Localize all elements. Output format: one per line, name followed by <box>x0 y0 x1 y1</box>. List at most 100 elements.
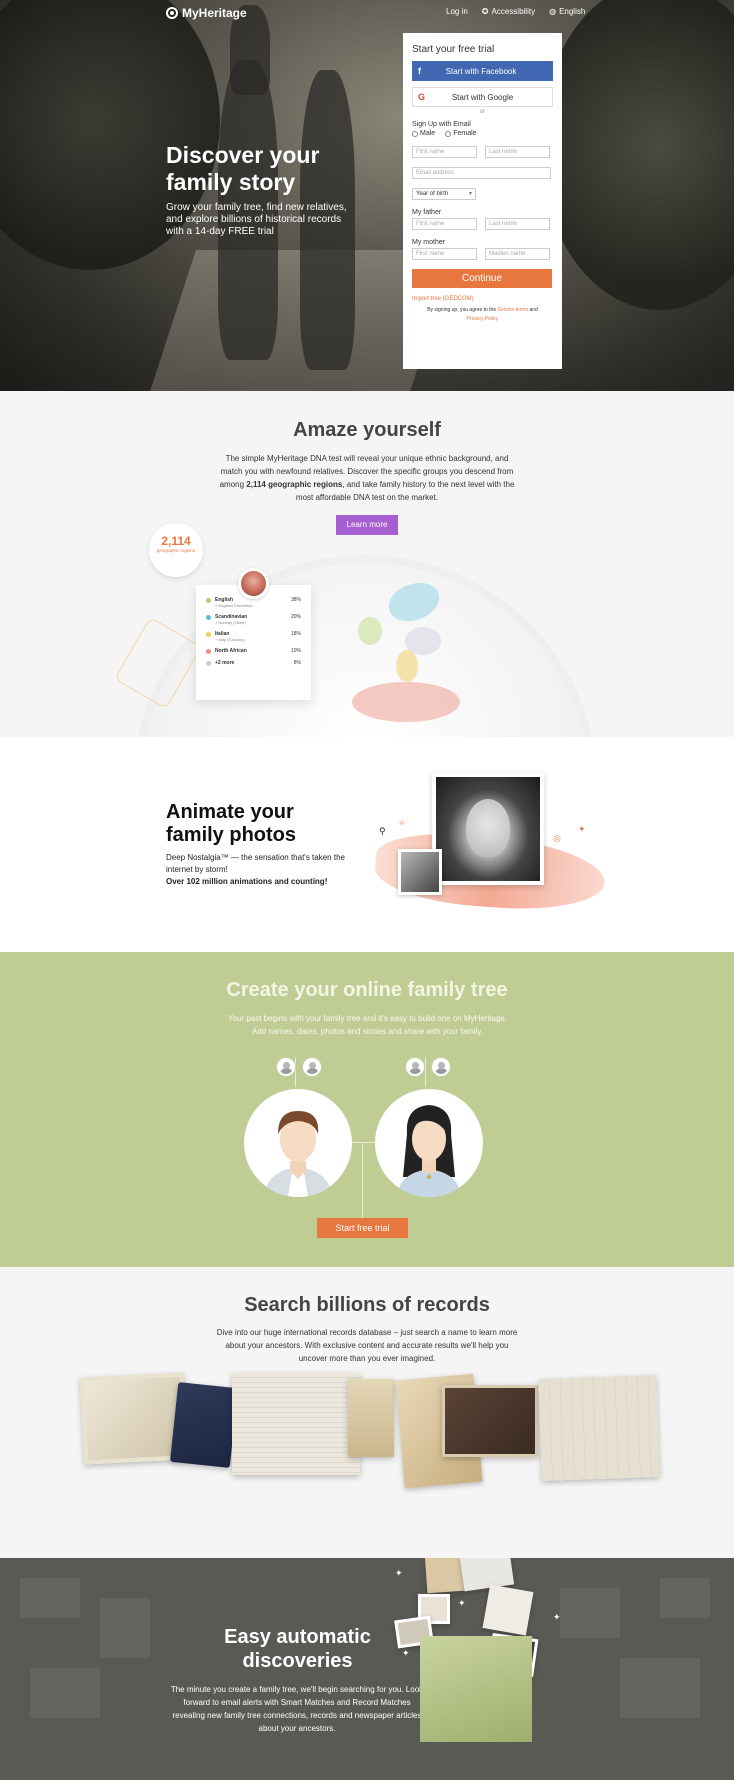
mother-maiden-name-field[interactable]: Maiden name <box>485 248 550 260</box>
male-radio[interactable]: Male <box>412 130 435 137</box>
ethnicity-color-dot <box>206 661 211 666</box>
floating-photo <box>424 1558 466 1594</box>
dna-section: Amaze yourself The simple MyHeritage DNA… <box>0 391 734 737</box>
ethnicity-row: North African 10% <box>206 648 301 654</box>
ethnicity-card: English + England Ethnicities 38% Scandin… <box>196 585 311 700</box>
google-icon: G <box>418 92 426 102</box>
sparkle-icon: ✦ <box>553 1612 561 1622</box>
floating-photo <box>482 1584 534 1636</box>
background-record-tile <box>20 1578 80 1618</box>
sparkle-icon: ✦ <box>402 1648 410 1658</box>
last-name-field[interactable]: Last name <box>485 146 550 158</box>
top-nav: Log in ✪ Accessibility ◍ English <box>446 7 585 16</box>
sparkle-icon: ✦ <box>578 824 586 834</box>
animate-section: Animate your family photos Deep Nostalgi… <box>0 737 734 952</box>
ethnicity-row: Scandinavian + Norway (Viken) 20% <box>206 614 301 625</box>
mother-label: My mother <box>412 239 446 246</box>
hero-section: MyHeritage Log in ✪ Accessibility ◍ Englis… <box>0 0 734 391</box>
couple-photo <box>398 849 442 895</box>
terms-text: By signing up, you agree to the Service … <box>427 307 538 322</box>
tree-connector <box>425 1057 426 1087</box>
year-of-birth-select[interactable]: Year of birth <box>412 188 476 200</box>
language-link[interactable]: ◍ English <box>549 7 585 16</box>
background-record-tile <box>100 1598 150 1658</box>
ethnicity-color-dot <box>206 632 211 637</box>
accessibility-icon: ✪ <box>481 7 489 16</box>
logo-text: MyHeritage <box>182 6 247 20</box>
regions-count: 2,114 <box>161 534 191 548</box>
email-signup-label: Sign Up with Email <box>412 121 471 128</box>
records-title: Search billions of records <box>244 1294 490 1316</box>
dna-description: The simple MyHeritage DNA test will reve… <box>219 454 515 502</box>
ethnicity-color-dot <box>206 598 211 603</box>
sparkle-icon: ✧ <box>398 818 406 828</box>
tree-description: Your past begins with your family tree a… <box>227 1014 508 1036</box>
email-field[interactable]: Email address <box>412 167 551 179</box>
region-blob <box>358 617 382 645</box>
tree-connector <box>362 1142 363 1218</box>
region-blob <box>396 650 418 682</box>
hero-subtitle: Grow your family tree, find new relative… <box>166 202 347 237</box>
signup-form: Start your free trial f Start with Faceb… <box>403 33 562 369</box>
first-name-field[interactable]: First name <box>412 146 477 158</box>
import-gedcom-link[interactable]: Import tree (GEDCOM) <box>412 296 553 302</box>
google-signup-button[interactable]: G Start with Google <box>412 87 553 107</box>
sparkle-icon: ⚲ <box>379 826 386 836</box>
background-record-tile <box>30 1668 100 1718</box>
father-label: My father <box>412 209 442 216</box>
hero-title: Discover your family story <box>166 142 320 195</box>
male-person-avatar <box>244 1089 352 1197</box>
ethnicity-row: +2 more 8% <box>206 660 301 666</box>
signup-title: Start your free trial <box>412 44 495 55</box>
hero-background-foliage <box>540 0 734 310</box>
mother-first-name-field[interactable]: First name <box>412 248 477 260</box>
learn-more-button[interactable]: Learn more <box>336 515 398 535</box>
female-radio[interactable]: Female <box>445 130 477 137</box>
discoveries-section: Easy automatic discoveries The minute yo… <box>0 1558 734 1780</box>
login-link[interactable]: Log in <box>446 7 468 16</box>
service-terms-link[interactable]: Service terms <box>498 307 529 313</box>
background-record-tile <box>660 1578 710 1618</box>
gender-radio-group: Male Female <box>412 130 553 137</box>
animations-count-text: Over 102 million animations and counting… <box>166 877 328 886</box>
passport-document <box>169 1382 239 1468</box>
family-tree-section: Create your online family tree Your past… <box>0 952 734 1267</box>
privacy-policy-link[interactable]: Privacy Policy <box>467 316 498 322</box>
background-record-tile <box>560 1588 620 1638</box>
ancestor-avatar <box>406 1058 424 1076</box>
discoveries-box-illustration <box>420 1636 532 1742</box>
ancestor-avatar <box>432 1058 450 1076</box>
dna-user-avatar <box>238 568 269 599</box>
ancestor-avatar <box>277 1058 295 1076</box>
tree-connector <box>295 1057 296 1087</box>
sparkle-icon: ✦ <box>458 1598 466 1608</box>
accessibility-link[interactable]: ✪ Accessibility <box>482 7 535 16</box>
regions-badge: 2,114 geographic regions <box>149 523 203 577</box>
discoveries-description: The minute you create a family tree, we'… <box>170 1685 424 1733</box>
ethnicity-color-dot <box>206 649 211 654</box>
start-free-trial-button[interactable]: Start free trial <box>317 1218 408 1238</box>
animate-title: Animate your family photos <box>166 801 297 846</box>
ethnicity-row: Italian + Italy (Tuscany) 18% <box>206 631 301 642</box>
records-description: Dive into our huge international records… <box>216 1328 518 1363</box>
sparkle-icon: ✦ <box>395 1568 403 1578</box>
records-section: Search billions of records Dive into our… <box>0 1267 734 1558</box>
region-blob <box>352 682 460 722</box>
animated-portrait-photo <box>432 773 544 885</box>
discoveries-title: Easy automatic discoveries <box>224 1626 371 1672</box>
father-last-name-field[interactable]: Last name <box>485 218 550 230</box>
father-first-name-field[interactable]: First name <box>412 218 477 230</box>
id-card-document <box>348 1379 394 1457</box>
logo[interactable]: MyHeritage <box>166 6 247 20</box>
facebook-signup-button[interactable]: f Start with Facebook <box>412 61 553 81</box>
globe-icon: ◍ <box>549 7 557 16</box>
tree-title: Create your online family tree <box>226 979 508 1001</box>
animate-description: Deep Nostalgia™ — the sensation that's t… <box>166 853 345 886</box>
logo-icon <box>166 7 178 19</box>
regions-label: geographic regions <box>156 548 196 553</box>
dna-title: Amaze yourself <box>293 419 441 441</box>
female-person-avatar <box>375 1089 483 1197</box>
background-record-tile <box>620 1658 700 1718</box>
continue-button[interactable]: Continue <box>412 269 552 288</box>
sparkle-icon: ◎ <box>553 833 561 843</box>
